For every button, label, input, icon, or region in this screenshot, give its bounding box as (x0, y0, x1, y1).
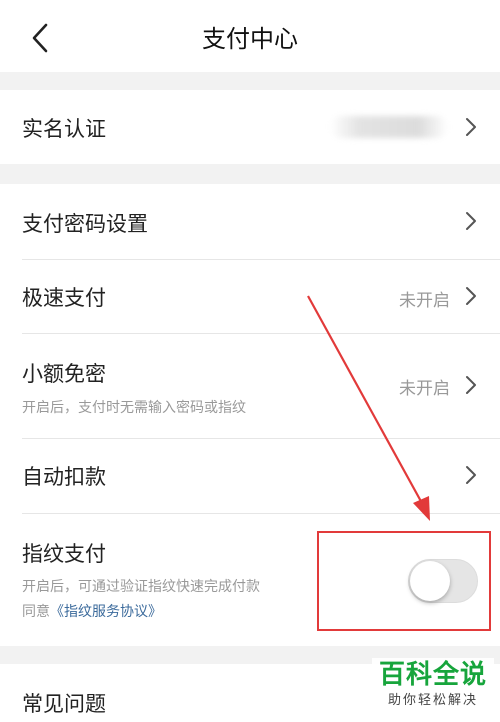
realname-row[interactable]: 实名认证 (0, 90, 500, 164)
fast-pay-row[interactable]: 极速支付 未开启 (0, 260, 500, 333)
watermark: 百科全说 助你轻松解决 (372, 658, 494, 716)
chevron-right-icon (466, 212, 476, 230)
payment-password-label: 支付密码设置 (22, 212, 148, 236)
small-free-desc: 开启后，支付时无需输入密码或指纹 (22, 400, 246, 416)
chevron-right-icon (466, 376, 476, 394)
small-free-label: 小额免密 (22, 362, 106, 386)
auto-debit-label: 自动扣款 (22, 465, 106, 489)
fingerprint-label: 指纹支付 (22, 542, 106, 566)
fast-pay-status: 未开启 (399, 291, 450, 311)
small-free-row[interactable]: 小额免密 开启后，支付时无需输入密码或指纹 未开启 (0, 334, 500, 438)
chevron-right-icon (466, 118, 476, 136)
chevron-right-icon (466, 466, 476, 484)
fingerprint-agreement-link[interactable]: 《指纹服务协议》 (50, 604, 162, 620)
fast-pay-label: 极速支付 (22, 286, 106, 310)
small-free-status: 未开启 (399, 379, 450, 399)
masked-name (330, 116, 448, 138)
realname-label: 实名认证 (22, 117, 106, 141)
agreement-prefix: 同意 (22, 604, 50, 620)
payment-password-row[interactable]: 支付密码设置 (0, 184, 500, 259)
chevron-right-icon (466, 287, 476, 305)
realname-group: 实名认证 (0, 90, 500, 164)
faq-label: 常见问题 (22, 692, 106, 716)
fingerprint-agreement: 同意《指纹服务协议》 (22, 601, 162, 621)
top-bar: 支付中心 (0, 0, 500, 72)
auto-debit-row[interactable]: 自动扣款 (0, 439, 500, 513)
annotation-highlight-box (317, 531, 491, 631)
page-title: 支付中心 (202, 24, 298, 53)
watermark-subtitle: 助你轻松解决 (387, 693, 478, 708)
watermark-title: 百科全说 (378, 660, 487, 690)
fingerprint-desc: 开启后，可通过验证指纹快速完成付款 (22, 579, 260, 595)
